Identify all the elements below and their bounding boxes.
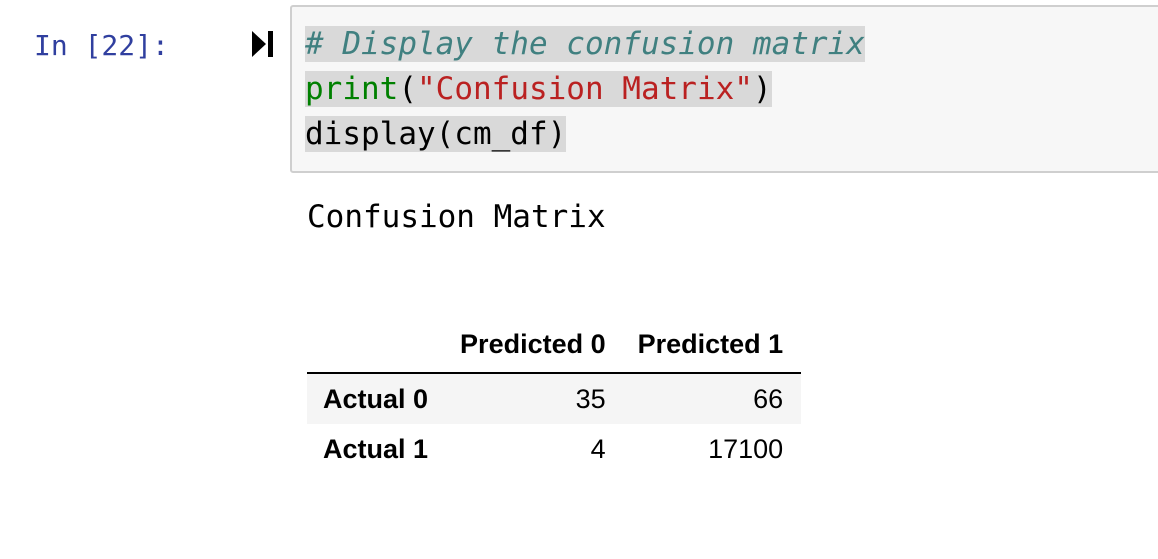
table-cell: 66 [753,383,784,414]
table-cell: 35 [575,383,606,414]
code-line: display(cm_df) [305,112,865,157]
code-token-plain: ( [398,71,417,107]
code-line-highlight: display(cm_df) [305,116,567,152]
row-index-actual-1: Actual 1 [323,433,429,464]
confusion-matrix-table: Predicted 0 Predicted 1 Actual 0 35 66 A… [307,316,802,474]
table-row: Actual 1 4 17100 [307,424,801,474]
code-token-plain: display(cm_df) [305,116,567,152]
stdout-output: Confusion Matrix [307,199,606,235]
run-to-cursor-icon[interactable] [252,31,274,57]
code-line-highlight: # Display the confusion matrix [305,26,865,62]
code-line-highlight: print("Confusion Matrix") [305,71,772,107]
column-header-predicted-0: Predicted 0 [460,328,606,359]
code-token-string: "Confusion Matrix" [417,71,753,107]
code-token-plain: ) [752,71,772,107]
table-cell: 4 [590,433,606,464]
input-prompt: In [22]: [34,29,169,62]
table-header-row: Predicted 0 Predicted 1 [307,316,802,373]
code-line: # Display the confusion matrix [305,22,865,67]
code-token-comment: # Display the confusion matrix [305,26,865,62]
code-editor[interactable]: # Display the confusion matrix print("Con… [305,22,865,157]
row-index-actual-0: Actual 0 [323,383,429,414]
table-row: Actual 0 35 66 [307,373,802,424]
code-token-builtin: print [305,71,399,107]
column-header-predicted-1: Predicted 1 [637,328,784,359]
table-cell: 17100 [708,433,784,464]
table-corner-header [307,316,446,373]
code-line: print("Confusion Matrix") [305,67,865,112]
